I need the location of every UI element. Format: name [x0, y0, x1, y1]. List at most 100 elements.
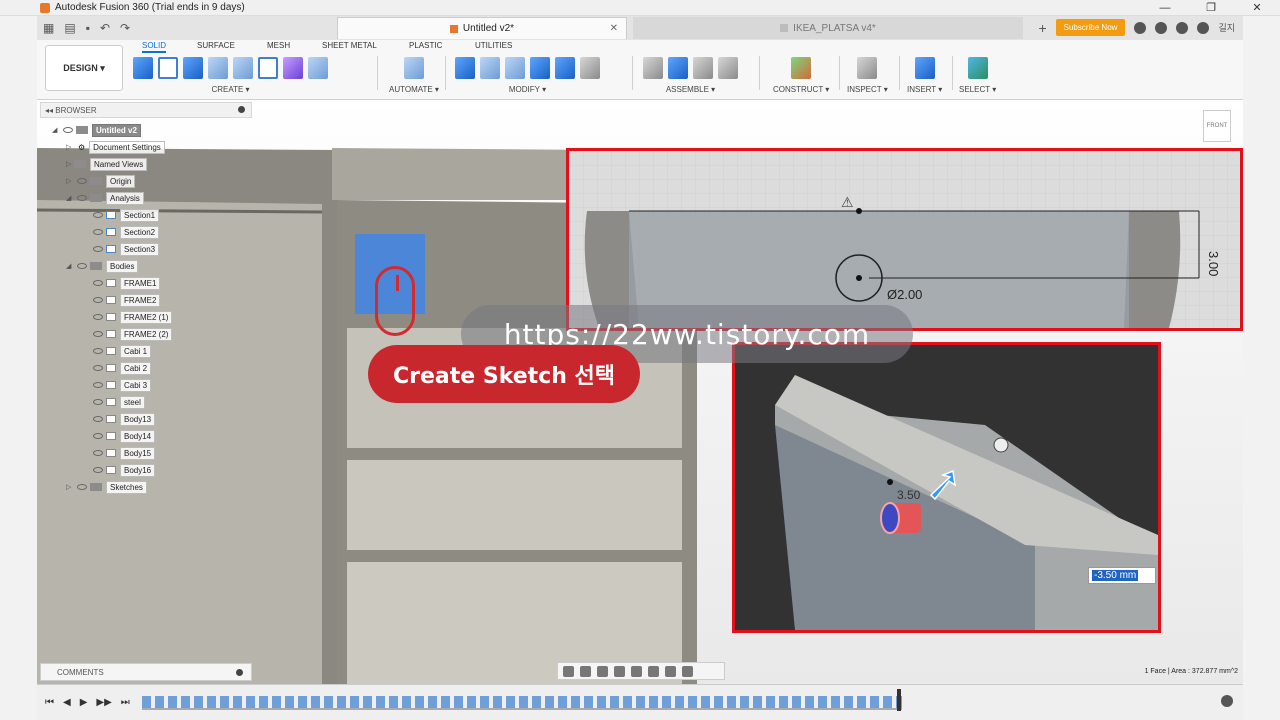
offset-plane-icon[interactable]: [791, 57, 812, 79]
go-to-end-icon[interactable]: ⏭: [121, 697, 130, 708]
tree-node-body[interactable]: FRAME2 (1): [90, 310, 173, 324]
visibility-eye-icon[interactable]: [93, 348, 103, 354]
joint-origin-icon[interactable]: [718, 57, 738, 79]
timeline-settings-icon[interactable]: [1221, 695, 1233, 707]
pan-icon[interactable]: [597, 665, 608, 677]
timeline-marker[interactable]: [897, 689, 901, 711]
tab-surface[interactable]: SURFACE: [197, 41, 235, 50]
visibility-eye-icon[interactable]: [93, 331, 103, 337]
save-icon[interactable]: ▪: [86, 21, 90, 35]
visibility-eye-icon[interactable]: [93, 416, 103, 422]
extrude-icon[interactable]: [183, 57, 203, 79]
form-icon[interactable]: [283, 57, 303, 79]
inspect-menu[interactable]: INSPECT ▾: [847, 85, 888, 94]
visibility-eye-icon[interactable]: [93, 314, 103, 320]
tree-node-body[interactable]: Body14: [90, 429, 156, 443]
press-pull-icon[interactable]: [455, 57, 475, 79]
visibility-eye-icon[interactable]: [93, 246, 103, 252]
chamfer-icon[interactable]: [505, 57, 525, 79]
tree-node-origin[interactable]: ▷ Origin: [66, 174, 136, 188]
joint-icon[interactable]: [668, 57, 688, 79]
automate-icon[interactable]: [403, 57, 424, 79]
tab-untitled-v2[interactable]: Untitled v2* ✕: [337, 17, 627, 39]
combine-icon[interactable]: [555, 57, 575, 79]
visibility-eye-icon[interactable]: [77, 195, 87, 201]
tab-sheet-metal[interactable]: SHEET METAL: [322, 41, 377, 50]
viewports-icon[interactable]: [682, 665, 693, 677]
tree-root[interactable]: ◢ Untitled v2: [52, 123, 141, 137]
visibility-eye-icon[interactable]: [63, 127, 73, 133]
distance-input-field[interactable]: -3.50 mm: [1088, 567, 1156, 584]
tree-node-section1[interactable]: Section1: [90, 208, 160, 222]
close-button[interactable]: ✕: [1234, 0, 1280, 16]
comments-panel[interactable]: COMMENTS: [40, 663, 252, 681]
revolve-icon[interactable]: [208, 57, 228, 79]
undo-icon[interactable]: ↶: [100, 21, 110, 35]
select-icon[interactable]: [967, 57, 988, 79]
browser-panel-header[interactable]: ◂◂ BROWSER: [40, 102, 252, 118]
go-to-start-icon[interactable]: ⏮: [45, 697, 54, 708]
tree-node-body[interactable]: FRAME2 (2): [90, 327, 173, 341]
tree-node-section3[interactable]: Section3: [90, 242, 160, 256]
insert-image-icon[interactable]: [914, 57, 935, 79]
modify-menu[interactable]: MODIFY ▾: [509, 85, 546, 94]
create-menu[interactable]: CREATE ▾: [211, 85, 249, 94]
look-at-icon[interactable]: [580, 665, 591, 677]
step-forward-icon[interactable]: ▶▶: [96, 697, 111, 708]
tab-solid[interactable]: SOLID: [142, 41, 167, 53]
tree-node-body[interactable]: Body15: [90, 446, 156, 460]
tree-node-analysis[interactable]: ◢ Analysis: [66, 191, 144, 205]
tree-node-body[interactable]: Cabi 3: [90, 378, 152, 392]
tree-node-body[interactable]: Body13: [90, 412, 156, 426]
workspace-switcher[interactable]: DESIGN ▾: [45, 45, 123, 91]
visibility-eye-icon[interactable]: [93, 297, 103, 303]
tree-node-section2[interactable]: Section2: [90, 225, 160, 239]
move-copy-icon[interactable]: [580, 57, 600, 79]
rectangular-pattern-icon[interactable]: [258, 57, 278, 79]
tree-node-body[interactable]: Body16: [90, 463, 156, 477]
tree-node-document-settings[interactable]: ▷ ⚙ Document Settings: [66, 140, 165, 154]
as-built-joint-icon[interactable]: [693, 57, 713, 79]
visibility-eye-icon[interactable]: [77, 178, 87, 184]
automate-menu[interactable]: AUTOMATE ▾: [389, 85, 439, 94]
visibility-eye-icon[interactable]: [93, 280, 103, 286]
play-icon[interactable]: ▶: [80, 697, 88, 708]
new-component-assemble-icon[interactable]: [643, 57, 663, 79]
grid-menu-icon[interactable]: ▦: [43, 21, 54, 35]
help-icon[interactable]: [1197, 21, 1210, 34]
visibility-eye-icon[interactable]: [77, 263, 87, 269]
visibility-eye-icon[interactable]: [93, 399, 103, 405]
tree-node-sketches[interactable]: ▷ Sketches: [66, 480, 147, 494]
visibility-eye-icon[interactable]: [93, 450, 103, 456]
close-tab-icon[interactable]: ✕: [610, 23, 618, 34]
tree-node-bodies[interactable]: ◢ Bodies: [66, 259, 139, 273]
visibility-eye-icon[interactable]: [77, 484, 87, 490]
hole-icon[interactable]: [233, 57, 253, 79]
fit-icon[interactable]: [631, 665, 642, 677]
add-comment-icon[interactable]: [236, 669, 243, 676]
measure-icon[interactable]: [857, 57, 878, 79]
construct-menu[interactable]: CONSTRUCT ▾: [773, 85, 829, 94]
tree-node-body[interactable]: steel: [90, 395, 145, 409]
tree-node-body[interactable]: Cabi 2: [90, 361, 152, 375]
view-cube[interactable]: FRONT: [1203, 110, 1231, 142]
collapse-browser-icon[interactable]: ◂◂: [45, 106, 55, 115]
new-component-icon[interactable]: [133, 57, 153, 79]
visibility-eye-icon[interactable]: [93, 433, 103, 439]
visibility-eye-icon[interactable]: [93, 382, 103, 388]
tree-node-body[interactable]: Cabi 1: [90, 344, 152, 358]
shell-icon[interactable]: [530, 57, 550, 79]
timeline-features[interactable]: [142, 696, 902, 710]
redo-icon[interactable]: ↷: [120, 21, 130, 35]
expand-arrow-icon[interactable]: ◢: [52, 126, 60, 134]
visibility-eye-icon[interactable]: [93, 467, 103, 473]
zoom-icon[interactable]: [614, 665, 625, 677]
subscribe-button[interactable]: Subscribe Now: [1055, 19, 1126, 36]
create-sketch-icon[interactable]: [158, 57, 178, 79]
tab-plastic[interactable]: PLASTIC: [409, 41, 442, 50]
visibility-eye-icon[interactable]: [93, 212, 103, 218]
display-settings-icon[interactable]: [648, 665, 659, 677]
job-status-icon[interactable]: [1155, 21, 1168, 34]
maximize-button[interactable]: ❐: [1188, 0, 1234, 16]
visibility-eye-icon[interactable]: [93, 229, 103, 235]
